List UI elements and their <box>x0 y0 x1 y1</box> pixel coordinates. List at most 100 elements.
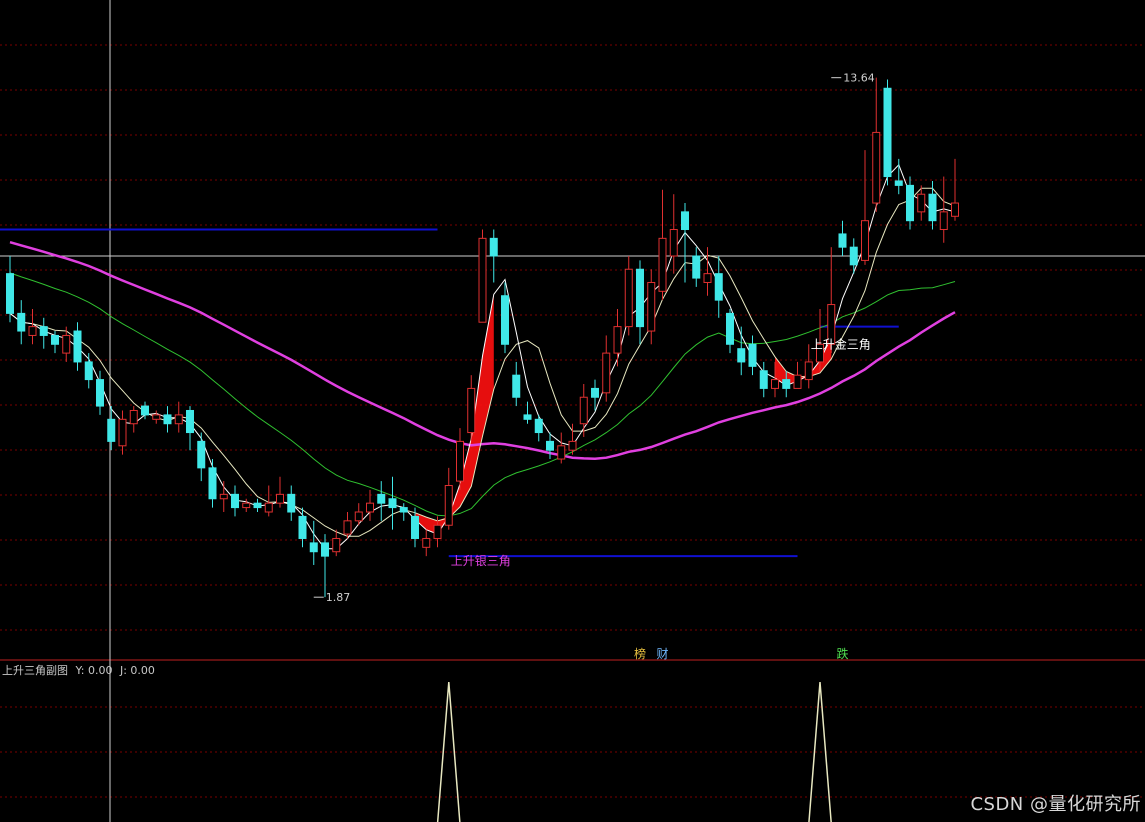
candle-body <box>219 493 228 500</box>
candle-body <box>467 387 476 434</box>
candle-body <box>613 326 622 354</box>
candle-body <box>636 268 644 328</box>
candle-body <box>568 440 577 451</box>
moving-averages <box>9 163 956 550</box>
candle-body <box>501 295 509 345</box>
candle-body <box>669 229 678 257</box>
candle-body <box>309 542 318 553</box>
candle-body <box>174 414 183 425</box>
event-marker: 榜 <box>634 646 646 661</box>
candle-body <box>231 493 239 509</box>
candle-body <box>512 374 521 398</box>
candle-body <box>782 379 791 389</box>
candle-body <box>242 502 251 509</box>
candle-body <box>28 326 37 336</box>
candle-body <box>883 87 892 178</box>
subchart-header: 上升三角副图 Y: 0.00 J: 0.00 <box>2 662 159 678</box>
subchart-j-value: J: 0.00 <box>119 664 155 677</box>
candle-body <box>692 255 701 279</box>
candle-body <box>343 520 352 535</box>
candle-body <box>96 379 104 407</box>
candle-body <box>591 387 599 398</box>
candle-body <box>186 409 194 434</box>
candle-body <box>444 485 453 526</box>
candle-body <box>624 268 633 328</box>
pattern-annotation: 上升金三角 <box>811 337 871 352</box>
pattern-annotation: 上升银三角 <box>451 554 511 568</box>
candle-body <box>456 440 464 482</box>
candle-body <box>62 334 71 354</box>
candle-body <box>287 493 296 513</box>
candle-body <box>6 273 14 314</box>
watermark: CSDN @量化研究所 <box>970 794 1141 815</box>
triangle-fills <box>415 294 832 535</box>
grid-lines <box>0 0 1145 822</box>
candle-body <box>894 180 903 186</box>
event-marker: 财 <box>657 647 669 661</box>
extreme-label: 1.87 <box>326 591 351 604</box>
candle-body <box>73 330 82 363</box>
candle-body <box>208 467 217 500</box>
candle-body <box>546 440 554 451</box>
candle-body <box>107 418 116 442</box>
candle-body <box>17 312 26 332</box>
candle-body <box>152 414 161 420</box>
triangle-fill <box>415 294 494 535</box>
candle-body <box>332 537 341 553</box>
candle-body <box>478 237 487 323</box>
candle-body <box>523 414 532 420</box>
candle-body <box>714 273 723 301</box>
candle-body <box>489 237 498 257</box>
candle-body <box>399 507 408 513</box>
candle-body <box>321 542 329 557</box>
candle-body <box>276 493 284 504</box>
candle-body <box>928 193 937 222</box>
candle-body <box>433 524 442 539</box>
candle-body <box>163 414 172 425</box>
subchart-y-value: Y: 0.00 <box>75 664 113 677</box>
candle-body <box>838 233 847 248</box>
candle-body <box>377 493 386 504</box>
candle-body <box>703 273 712 283</box>
candle-body <box>411 515 419 539</box>
candle-body <box>951 202 959 217</box>
candle-body <box>366 502 374 513</box>
candle-body <box>51 334 59 345</box>
candle-body <box>748 343 757 367</box>
candle-body <box>726 312 734 345</box>
candle-body <box>872 131 881 204</box>
candle-body <box>759 370 768 389</box>
candle-body <box>264 502 273 513</box>
candle-body <box>771 379 779 389</box>
candle-body <box>84 361 93 381</box>
candle-body <box>681 211 689 231</box>
candle-body <box>298 515 307 539</box>
candle-body <box>388 498 397 509</box>
chart-labels: 1.87 13.64 上升银三角 上升金三角榜财 跌 <box>313 72 875 661</box>
candle-body <box>39 326 48 336</box>
candle-body <box>197 440 206 469</box>
candle-body <box>141 405 149 416</box>
candle-body <box>658 237 667 292</box>
candle-body <box>793 374 802 389</box>
candle-body <box>557 445 566 460</box>
event-marker: 跌 <box>837 646 849 661</box>
stock-chart: 1.87 13.64 上升银三角 上升金三角榜财 跌 <box>0 0 1145 822</box>
candle-body <box>849 246 858 266</box>
subchart-title: 上升三角副图 <box>2 664 68 677</box>
candle-body <box>602 352 611 394</box>
candle-body <box>422 537 431 548</box>
ma-short-line <box>9 163 956 550</box>
candle-body <box>939 211 948 231</box>
candle-body <box>737 348 746 363</box>
candle-body <box>534 418 543 434</box>
candle-body <box>253 502 262 509</box>
extreme-label: 13.64 <box>843 72 875 85</box>
candle-body <box>917 193 926 213</box>
candle-body <box>354 511 363 522</box>
candle-body <box>647 281 656 332</box>
candle-body <box>129 409 138 425</box>
candle-body <box>861 220 869 261</box>
candle-body <box>804 361 813 381</box>
candle-body <box>579 396 588 425</box>
